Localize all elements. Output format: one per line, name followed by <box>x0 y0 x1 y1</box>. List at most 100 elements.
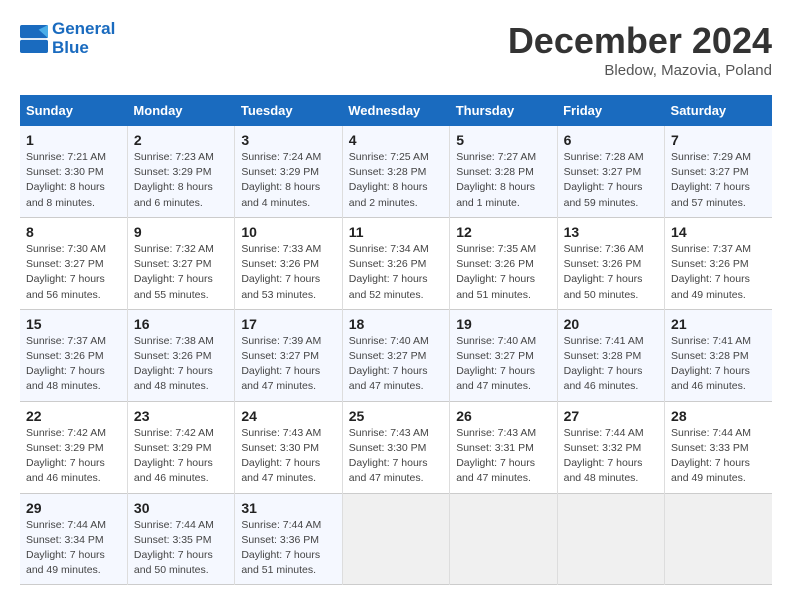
day-number: 30 <box>134 500 228 516</box>
calendar-cell: 31 Sunrise: 7:44 AMSunset: 3:36 PMDayligh… <box>235 493 342 585</box>
page-header: General Blue December 2024 Bledow, Mazov… <box>20 20 772 79</box>
calendar-cell: 5 Sunrise: 7:27 AMSunset: 3:28 PMDaylight… <box>450 126 557 217</box>
calendar-cell: 19 Sunrise: 7:40 AMSunset: 3:27 PMDayligh… <box>450 309 557 401</box>
calendar-cell <box>665 493 772 585</box>
day-number: 4 <box>349 132 443 148</box>
day-number: 5 <box>456 132 550 148</box>
calendar-cell: 6 Sunrise: 7:28 AMSunset: 3:27 PMDaylight… <box>557 126 664 217</box>
weekday-header-saturday: Saturday <box>665 95 772 126</box>
logo-icon <box>20 25 48 53</box>
week-row-5: 29 Sunrise: 7:44 AMSunset: 3:34 PMDayligh… <box>20 493 772 585</box>
day-detail: Sunrise: 7:44 AMSunset: 3:32 PMDaylight:… <box>564 426 658 487</box>
day-number: 10 <box>241 224 335 240</box>
calendar-cell <box>342 493 449 585</box>
day-detail: Sunrise: 7:32 AMSunset: 3:27 PMDaylight:… <box>134 242 228 303</box>
day-detail: Sunrise: 7:23 AMSunset: 3:29 PMDaylight:… <box>134 150 228 211</box>
day-number: 3 <box>241 132 335 148</box>
day-detail: Sunrise: 7:40 AMSunset: 3:27 PMDaylight:… <box>456 334 550 395</box>
day-number: 23 <box>134 408 228 424</box>
day-detail: Sunrise: 7:38 AMSunset: 3:26 PMDaylight:… <box>134 334 228 395</box>
day-number: 7 <box>671 132 766 148</box>
calendar-cell: 29 Sunrise: 7:44 AMSunset: 3:34 PMDayligh… <box>20 493 127 585</box>
day-detail: Sunrise: 7:21 AMSunset: 3:30 PMDaylight:… <box>26 150 121 211</box>
title-block: December 2024 Bledow, Mazovia, Poland <box>508 20 772 79</box>
calendar-cell: 2 Sunrise: 7:23 AMSunset: 3:29 PMDaylight… <box>127 126 234 217</box>
day-number: 20 <box>564 316 658 332</box>
day-number: 18 <box>349 316 443 332</box>
calendar-cell: 22Sunrise: 7:42 AMSunset: 3:29 PMDayligh… <box>20 401 127 493</box>
month-title: December 2024 <box>508 20 772 62</box>
day-detail: Sunrise: 7:44 AMSunset: 3:34 PMDaylight:… <box>26 518 121 579</box>
day-number: 17 <box>241 316 335 332</box>
calendar-cell: 10 Sunrise: 7:33 AMSunset: 3:26 PMDayligh… <box>235 217 342 309</box>
day-detail: Sunrise: 7:35 AMSunset: 3:26 PMDaylight:… <box>456 242 550 303</box>
day-number: 6 <box>564 132 658 148</box>
day-detail: Sunrise: 7:27 AMSunset: 3:28 PMDaylight:… <box>456 150 550 211</box>
day-number: 31 <box>241 500 335 516</box>
day-detail: Sunrise: 7:44 AMSunset: 3:33 PMDaylight:… <box>671 426 766 487</box>
calendar-table: SundayMondayTuesdayWednesdayThursdayFrid… <box>20 95 772 585</box>
week-row-3: 15 Sunrise: 7:37 AMSunset: 3:26 PMDayligh… <box>20 309 772 401</box>
calendar-cell: 28 Sunrise: 7:44 AMSunset: 3:33 PMDayligh… <box>665 401 772 493</box>
calendar-cell: 3Sunrise: 7:24 AMSunset: 3:29 PMDaylight… <box>235 126 342 217</box>
calendar-cell <box>557 493 664 585</box>
calendar-cell <box>450 493 557 585</box>
day-detail: Sunrise: 7:37 AMSunset: 3:26 PMDaylight:… <box>26 334 121 395</box>
day-number: 26 <box>456 408 550 424</box>
weekday-header-friday: Friday <box>557 95 664 126</box>
calendar-cell: 15 Sunrise: 7:37 AMSunset: 3:26 PMDayligh… <box>20 309 127 401</box>
calendar-cell: 8 Sunrise: 7:30 AMSunset: 3:27 PMDaylight… <box>20 217 127 309</box>
day-number: 8 <box>26 224 121 240</box>
day-detail: Sunrise: 7:44 AMSunset: 3:35 PMDaylight:… <box>134 518 228 579</box>
day-detail: Sunrise: 7:34 AMSunset: 3:26 PMDaylight:… <box>349 242 443 303</box>
calendar-cell: 24Sunrise: 7:43 AMSunset: 3:30 PMDayligh… <box>235 401 342 493</box>
day-number: 2 <box>134 132 228 148</box>
calendar-cell: 27 Sunrise: 7:44 AMSunset: 3:32 PMDayligh… <box>557 401 664 493</box>
calendar-cell: 1 Sunrise: 7:21 AMSunset: 3:30 PMDaylight… <box>20 126 127 217</box>
day-detail: Sunrise: 7:40 AMSunset: 3:27 PMDaylight:… <box>349 334 443 395</box>
day-detail: Sunrise: 7:44 AMSunset: 3:36 PMDaylight:… <box>241 518 335 579</box>
day-number: 19 <box>456 316 550 332</box>
day-detail: Sunrise: 7:30 AMSunset: 3:27 PMDaylight:… <box>26 242 121 303</box>
calendar-cell: 18 Sunrise: 7:40 AMSunset: 3:27 PMDayligh… <box>342 309 449 401</box>
day-detail: Sunrise: 7:28 AMSunset: 3:27 PMDaylight:… <box>564 150 658 211</box>
day-detail: Sunrise: 7:42 AMSunset: 3:29 PMDaylight:… <box>134 426 228 487</box>
day-number: 21 <box>671 316 766 332</box>
day-number: 15 <box>26 316 121 332</box>
day-detail: Sunrise: 7:25 AMSunset: 3:28 PMDaylight:… <box>349 150 443 211</box>
day-number: 28 <box>671 408 766 424</box>
calendar-cell: 11 Sunrise: 7:34 AMSunset: 3:26 PMDayligh… <box>342 217 449 309</box>
calendar-cell: 30 Sunrise: 7:44 AMSunset: 3:35 PMDayligh… <box>127 493 234 585</box>
day-number: 12 <box>456 224 550 240</box>
calendar-cell: 20Sunrise: 7:41 AMSunset: 3:28 PMDayligh… <box>557 309 664 401</box>
calendar-cell: 23 Sunrise: 7:42 AMSunset: 3:29 PMDayligh… <box>127 401 234 493</box>
day-number: 1 <box>26 132 121 148</box>
day-number: 29 <box>26 500 121 516</box>
weekday-header-tuesday: Tuesday <box>235 95 342 126</box>
day-detail: Sunrise: 7:39 AMSunset: 3:27 PMDaylight:… <box>241 334 335 395</box>
day-number: 16 <box>134 316 228 332</box>
calendar-cell: 26Sunrise: 7:43 AMSunset: 3:31 PMDayligh… <box>450 401 557 493</box>
calendar-cell: 13 Sunrise: 7:36 AMSunset: 3:26 PMDayligh… <box>557 217 664 309</box>
weekday-header-sunday: Sunday <box>20 95 127 126</box>
logo-text: General Blue <box>52 20 115 57</box>
calendar-cell: 17 Sunrise: 7:39 AMSunset: 3:27 PMDayligh… <box>235 309 342 401</box>
weekday-header-row: SundayMondayTuesdayWednesdayThursdayFrid… <box>20 95 772 126</box>
day-detail: Sunrise: 7:33 AMSunset: 3:26 PMDaylight:… <box>241 242 335 303</box>
logo: General Blue <box>20 20 115 57</box>
day-number: 14 <box>671 224 766 240</box>
day-number: 11 <box>349 224 443 240</box>
week-row-1: 1 Sunrise: 7:21 AMSunset: 3:30 PMDaylight… <box>20 126 772 217</box>
day-detail: Sunrise: 7:36 AMSunset: 3:26 PMDaylight:… <box>564 242 658 303</box>
weekday-header-monday: Monday <box>127 95 234 126</box>
day-number: 13 <box>564 224 658 240</box>
day-number: 27 <box>564 408 658 424</box>
day-number: 9 <box>134 224 228 240</box>
calendar-cell: 14Sunrise: 7:37 AMSunset: 3:26 PMDayligh… <box>665 217 772 309</box>
day-detail: Sunrise: 7:43 AMSunset: 3:30 PMDaylight:… <box>349 426 443 487</box>
weekday-header-thursday: Thursday <box>450 95 557 126</box>
week-row-2: 8 Sunrise: 7:30 AMSunset: 3:27 PMDaylight… <box>20 217 772 309</box>
calendar-cell: 25Sunrise: 7:43 AMSunset: 3:30 PMDayligh… <box>342 401 449 493</box>
calendar-cell: 7Sunrise: 7:29 AMSunset: 3:27 PMDaylight… <box>665 126 772 217</box>
day-number: 22 <box>26 408 121 424</box>
